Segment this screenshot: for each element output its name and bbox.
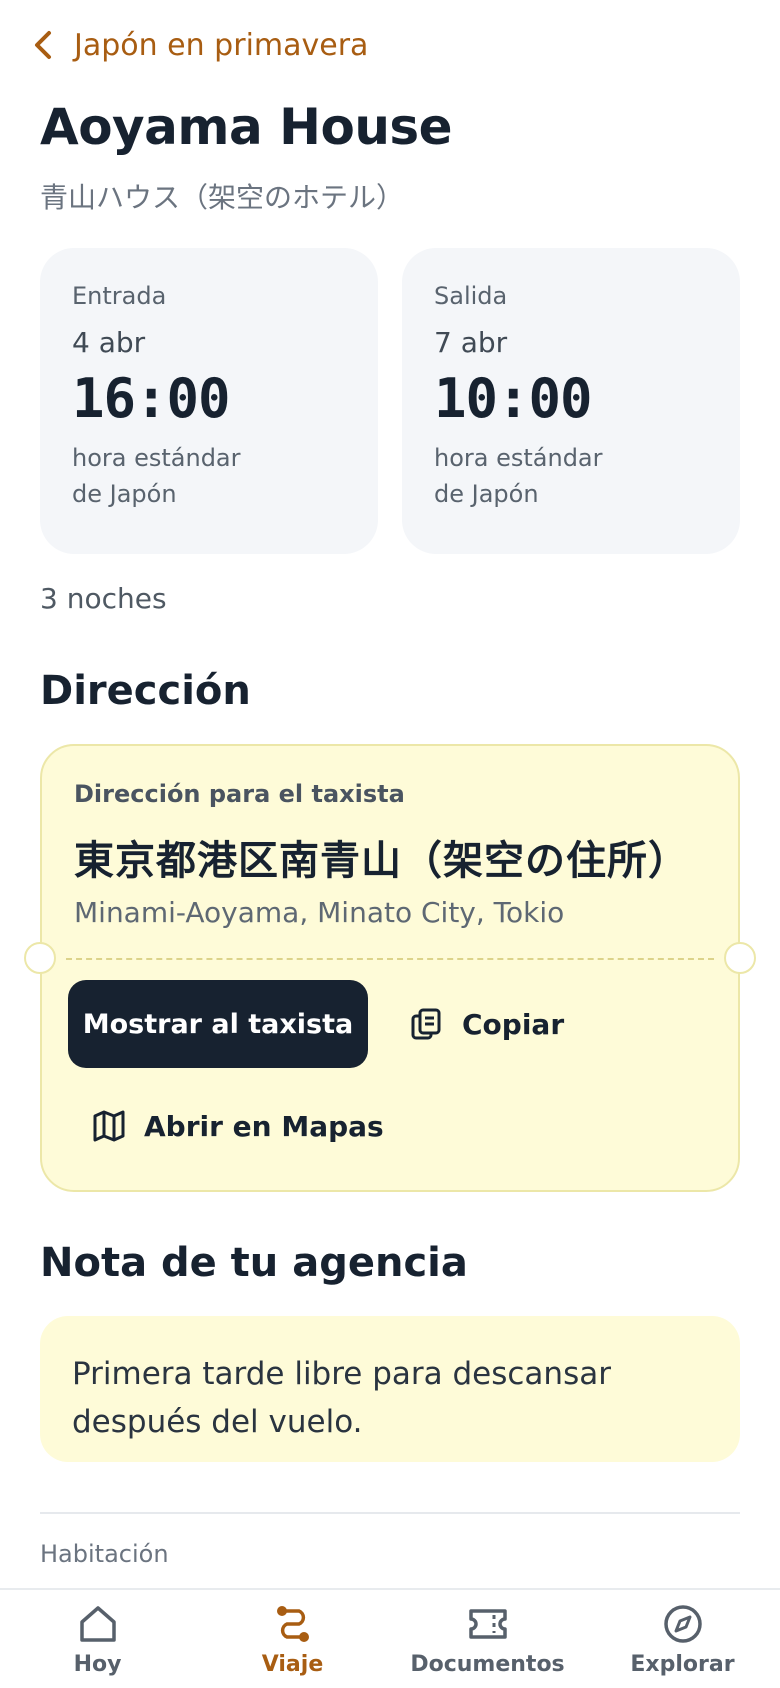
chevron-left-icon — [35, 31, 51, 59]
tab-explorar-label: Explorar — [630, 1652, 735, 1677]
ticket-icon — [468, 1609, 507, 1639]
checkin-date: 4 abr — [72, 326, 146, 359]
tab-explorar[interactable]: Explorar — [585, 1590, 780, 1688]
checkout-date: 7 abr — [434, 326, 508, 359]
compass-icon — [663, 1605, 702, 1643]
checkout-tz-line1: hora estándar — [434, 444, 603, 472]
ticket-notch-left — [24, 942, 56, 974]
address-romaji: Minami-Aoyama, Minato City, Tokio — [74, 896, 565, 929]
checkin-tz-line1: hora estándar — [72, 444, 241, 472]
tab-viaje[interactable]: Viaje — [195, 1590, 390, 1688]
show-to-taxi-button[interactable]: Mostrar al taxista — [68, 980, 368, 1068]
agency-note-card: Primera tarde libre para descansar despu… — [40, 1316, 740, 1462]
taxi-address-card: Dirección para el taxista 東京都港区南青山（架空の住所… — [24, 744, 756, 1192]
checkin-time: 16:00 — [72, 367, 231, 430]
tab-documentos-label: Documentos — [410, 1652, 565, 1677]
address-section-title: Dirección — [40, 668, 251, 714]
checkin-label: Entrada — [72, 282, 167, 310]
tab-hoy[interactable]: Hoy — [0, 1590, 195, 1688]
checkin-tz-line2: de Japón — [72, 480, 177, 508]
hotel-name: Aoyama House — [40, 98, 453, 156]
map-icon — [93, 1110, 125, 1142]
section-divider — [40, 1512, 740, 1514]
copy-icon — [411, 1008, 441, 1040]
checkout-card: Salida 7 abr 10:00 hora estándar de Japó… — [402, 248, 740, 554]
taxi-address-label: Dirección para el taxista — [74, 780, 405, 808]
copy-label: Copiar — [462, 1007, 565, 1041]
hotel-subtitle: 青山ハウス（架空のホテル） — [40, 181, 405, 214]
bottom-tab-bar: Hoy Viaje Documentos Explorar — [0, 1588, 780, 1688]
back-link[interactable]: Japón en primavera — [30, 22, 368, 68]
address-japanese: 東京都港区南青山（架空の住所） — [74, 838, 689, 884]
copy-address-button[interactable]: Copiar — [410, 988, 564, 1060]
checkout-label: Salida — [434, 282, 508, 310]
checkout-tz-line2: de Japón — [434, 480, 539, 508]
maps-label: Abrir en Mapas — [144, 1109, 384, 1143]
back-label: Japón en primavera — [74, 27, 369, 63]
checkin-card: Entrada 4 abr 16:00 hora estándar de Jap… — [40, 248, 378, 554]
agency-note-text: Primera tarde libre para descansar despu… — [72, 1356, 611, 1440]
room-section-label: Habitación — [40, 1540, 169, 1568]
tab-documentos[interactable]: Documentos — [390, 1590, 585, 1688]
home-icon — [79, 1606, 116, 1642]
nights-count: 3 noches — [40, 582, 167, 615]
ticket-notch-right — [724, 942, 756, 974]
ticket-divider — [66, 958, 714, 960]
checkout-time: 10:00 — [434, 367, 593, 430]
checkin-timezone: hora estándar de Japón — [72, 440, 272, 512]
tab-hoy-label: Hoy — [73, 1652, 122, 1677]
route-icon — [276, 1606, 309, 1642]
tab-viaje-label: Viaje — [261, 1652, 324, 1677]
open-in-maps-button[interactable]: Abrir en Mapas — [92, 1090, 384, 1162]
checkout-timezone: hora estándar de Japón — [434, 440, 634, 512]
agency-note-title: Nota de tu agencia — [40, 1240, 468, 1286]
